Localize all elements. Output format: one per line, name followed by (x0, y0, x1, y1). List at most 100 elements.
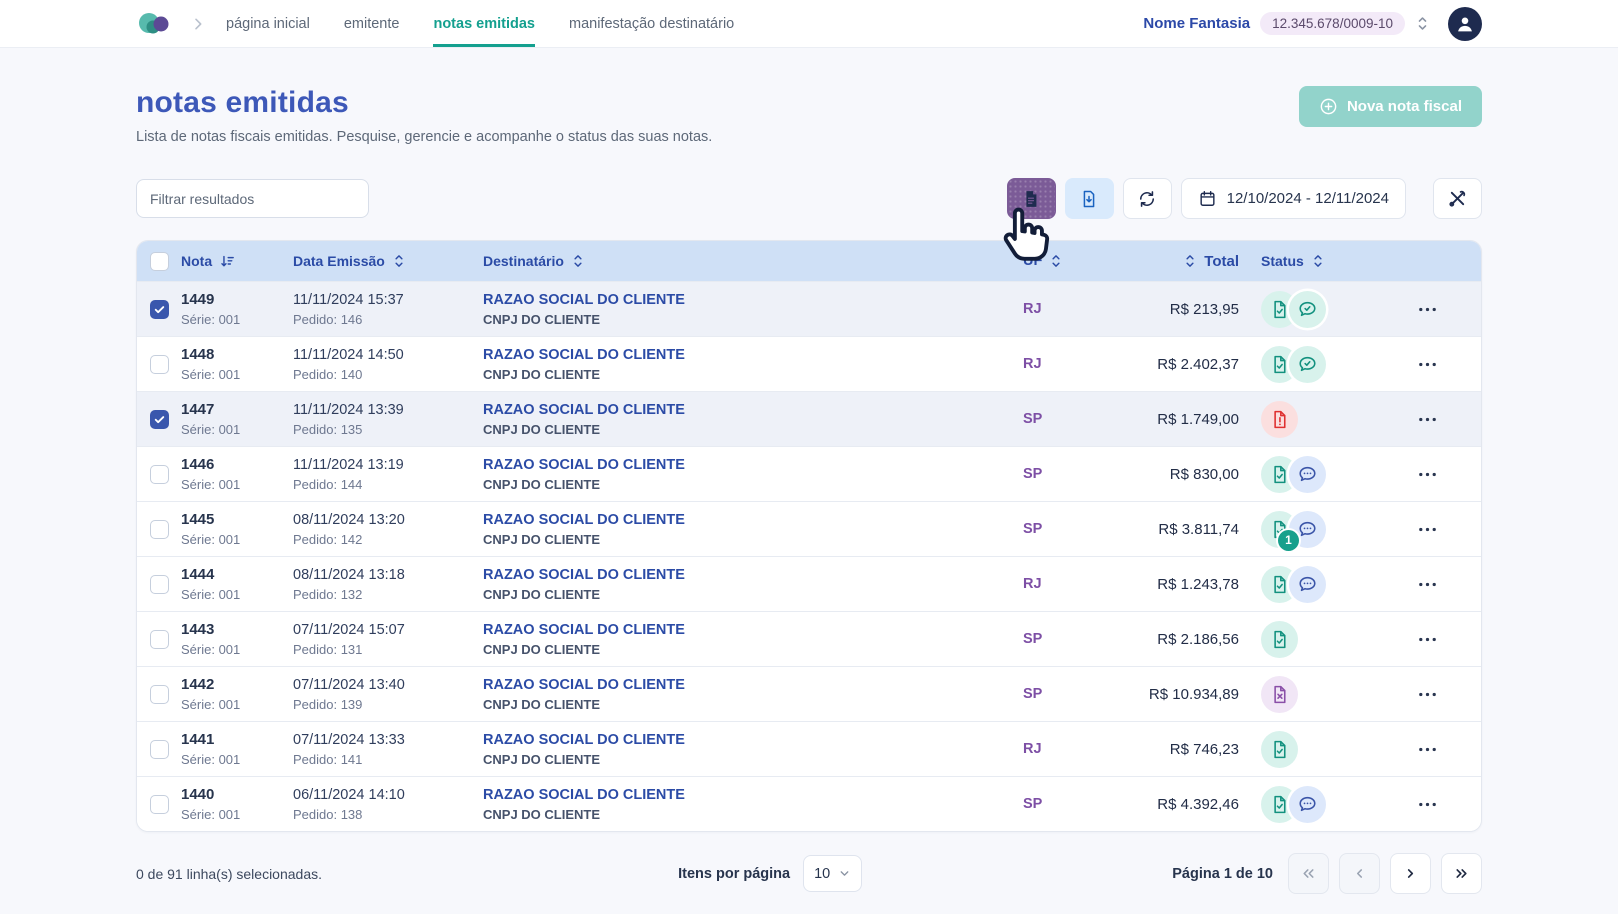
order-number: Pedido: 131 (293, 642, 475, 657)
total-value: R$ 2.186,56 (1111, 631, 1261, 648)
order-number: Pedido: 141 (293, 752, 475, 767)
column-header-uf[interactable]: UF (1011, 253, 1111, 269)
row-checkbox[interactable] (150, 740, 169, 759)
invoice-number: 1445 (181, 511, 285, 530)
status-icons (1261, 621, 1381, 658)
column-header-status[interactable]: Status (1261, 253, 1381, 269)
nav-items: página inicial emitente notas emitidas mani… (226, 0, 734, 47)
row-actions-button[interactable] (1416, 573, 1439, 596)
row-actions-button[interactable] (1416, 518, 1439, 541)
status-icons: 1 (1261, 511, 1381, 548)
user-avatar[interactable] (1448, 7, 1482, 41)
column-header-total[interactable]: Total (1111, 253, 1261, 270)
filter-input[interactable] (136, 179, 369, 218)
table-row: 1448 Série: 001 11/11/2024 14:50 Pedido:… (137, 336, 1481, 391)
recipient-name[interactable]: RAZAO SOCIAL DO CLIENTE (483, 676, 1003, 694)
row-actions-button[interactable] (1416, 463, 1439, 486)
select-all-checkbox[interactable] (150, 252, 169, 271)
recipient-name[interactable]: RAZAO SOCIAL DO CLIENTE (483, 291, 1003, 309)
company-switcher-icon[interactable] (1415, 15, 1430, 32)
status-icons (1261, 786, 1381, 823)
order-number: Pedido: 139 (293, 697, 475, 712)
row-checkbox[interactable] (150, 465, 169, 484)
row-actions-button[interactable] (1416, 793, 1439, 816)
order-number: Pedido: 146 (293, 312, 475, 327)
recipient-name[interactable]: RAZAO SOCIAL DO CLIENTE (483, 401, 1003, 419)
row-actions-button[interactable] (1416, 408, 1439, 431)
issue-date: 06/11/2024 14:10 (293, 786, 475, 804)
row-actions-button[interactable] (1416, 683, 1439, 706)
nav-item-1[interactable]: emitente (344, 0, 400, 47)
invoice-number: 1441 (181, 731, 285, 750)
row-checkbox[interactable] (150, 575, 169, 594)
total-value: R$ 2.402,37 (1111, 356, 1261, 373)
first-page-button[interactable] (1288, 853, 1329, 894)
date-range-button[interactable]: 12/10/2024 - 12/11/2024 (1181, 178, 1406, 219)
uf-value: RJ (1011, 356, 1111, 372)
recipient-name[interactable]: RAZAO SOCIAL DO CLIENTE (483, 566, 1003, 584)
row-actions-button[interactable] (1416, 353, 1439, 376)
document-cancel-icon[interactable] (1261, 676, 1298, 713)
issue-date: 08/11/2024 13:20 (293, 511, 475, 529)
issue-date: 08/11/2024 13:18 (293, 566, 475, 584)
nav-item-2[interactable]: notas emitidas (433, 0, 535, 47)
row-checkbox[interactable] (150, 685, 169, 704)
invoice-series: Série: 001 (181, 532, 285, 547)
company-name[interactable]: Nome Fantasia (1143, 15, 1250, 32)
recipient-cnpj: CNPJ DO CLIENTE (483, 532, 1003, 547)
export-document-button[interactable] (1007, 178, 1056, 219)
app-logo-icon[interactable] (136, 9, 172, 39)
row-actions-button[interactable] (1416, 628, 1439, 651)
document-check-icon[interactable] (1261, 731, 1298, 768)
recipient-name[interactable]: RAZAO SOCIAL DO CLIENTE (483, 786, 1003, 804)
recipient-name[interactable]: RAZAO SOCIAL DO CLIENTE (483, 456, 1003, 474)
document-check-icon[interactable] (1261, 621, 1298, 658)
chat-check-icon[interactable] (1289, 346, 1326, 383)
row-actions-button[interactable] (1416, 298, 1439, 321)
breadcrumb-chevron-icon (190, 16, 206, 32)
recipient-name[interactable]: RAZAO SOCIAL DO CLIENTE (483, 731, 1003, 749)
table-settings-button[interactable] (1433, 178, 1482, 219)
order-number: Pedido: 144 (293, 477, 475, 492)
chat-check-icon[interactable] (1289, 291, 1326, 328)
date-range-value: 12/10/2024 - 12/11/2024 (1227, 190, 1389, 207)
last-page-button[interactable] (1441, 853, 1482, 894)
nav-item-3[interactable]: manifestação destinatário (569, 0, 734, 47)
row-checkbox[interactable] (150, 520, 169, 539)
invoice-series: Série: 001 (181, 752, 285, 767)
invoices-table: Nota Data Emissão Destinatário UF (136, 240, 1482, 832)
download-document-button[interactable] (1065, 178, 1114, 219)
items-per-page-select[interactable]: 10 (803, 855, 862, 892)
column-header-destinatario[interactable]: Destinatário (483, 253, 1011, 269)
table-row: 1443 Série: 001 07/11/2024 15:07 Pedido:… (137, 611, 1481, 666)
invoice-series: Série: 001 (181, 312, 285, 327)
next-page-button[interactable] (1390, 853, 1431, 894)
row-checkbox[interactable] (150, 300, 169, 319)
chat-dots-icon[interactable] (1289, 456, 1326, 493)
order-number: Pedido: 132 (293, 587, 475, 602)
row-checkbox[interactable] (150, 795, 169, 814)
recipient-cnpj: CNPJ DO CLIENTE (483, 477, 1003, 492)
new-invoice-button[interactable]: Nova nota fiscal (1299, 86, 1482, 127)
status-icons (1261, 566, 1381, 603)
chat-dots-icon[interactable] (1289, 786, 1326, 823)
status-icons (1261, 731, 1381, 768)
row-checkbox[interactable] (150, 410, 169, 429)
chat-dots-icon[interactable]: 1 (1289, 511, 1326, 548)
recipient-name[interactable]: RAZAO SOCIAL DO CLIENTE (483, 621, 1003, 639)
refresh-button[interactable] (1123, 178, 1172, 219)
nav-item-0[interactable]: página inicial (226, 0, 310, 47)
recipient-name[interactable]: RAZAO SOCIAL DO CLIENTE (483, 346, 1003, 364)
document-error-icon[interactable] (1261, 401, 1298, 438)
row-checkbox[interactable] (150, 630, 169, 649)
uf-value: SP (1011, 686, 1111, 702)
column-header-data-emissao[interactable]: Data Emissão (293, 253, 483, 269)
chevron-left-icon (1351, 865, 1368, 882)
column-header-nota[interactable]: Nota (181, 253, 293, 270)
previous-page-button[interactable] (1339, 853, 1380, 894)
row-checkbox[interactable] (150, 355, 169, 374)
row-actions-button[interactable] (1416, 738, 1439, 761)
chat-dots-icon[interactable] (1289, 566, 1326, 603)
sort-both-icon (392, 253, 406, 269)
recipient-name[interactable]: RAZAO SOCIAL DO CLIENTE (483, 511, 1003, 529)
